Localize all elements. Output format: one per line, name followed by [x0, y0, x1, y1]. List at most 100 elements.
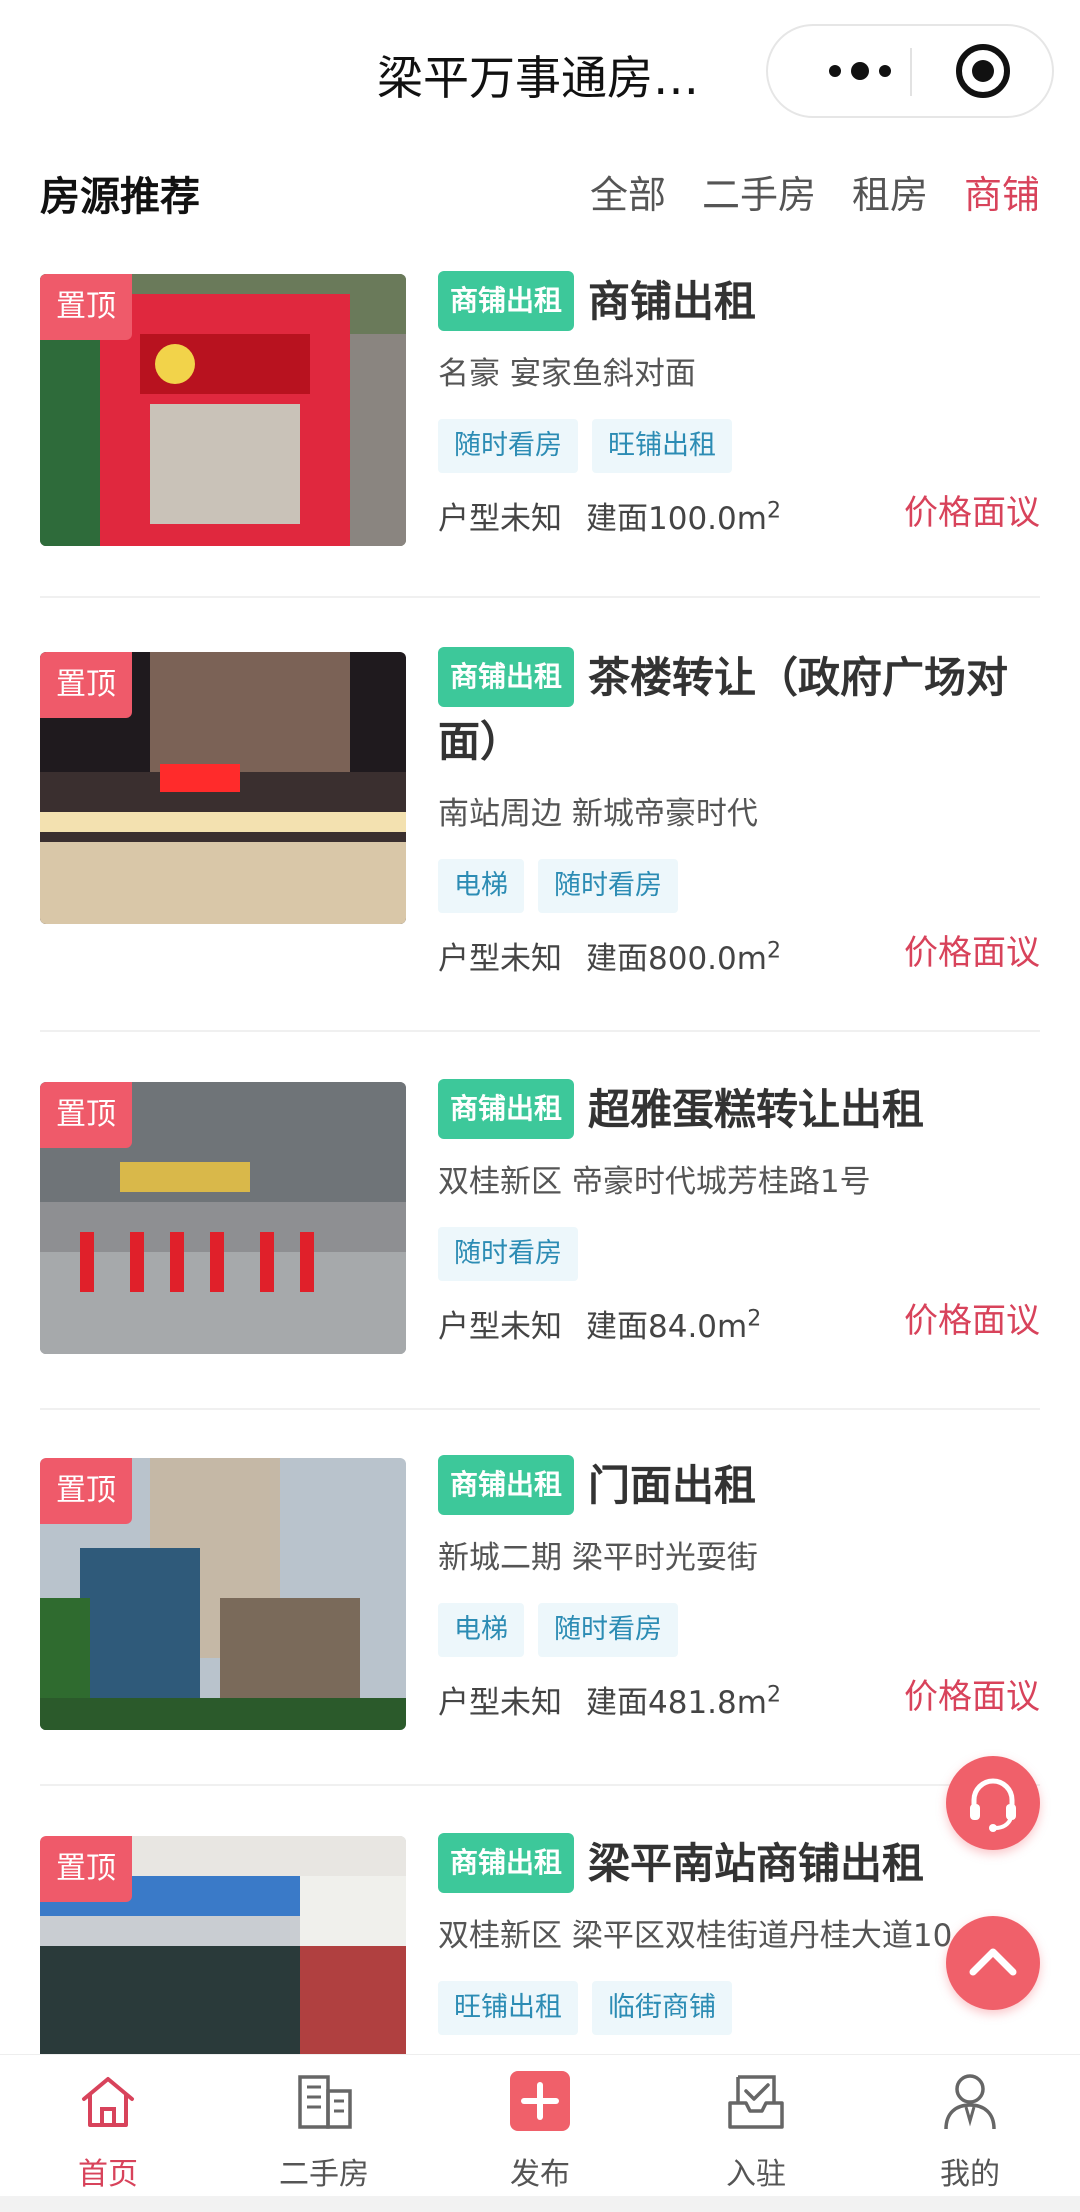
listing-info: 商铺出租 门面出租 新城二期 梁平时光耍街 电梯 随时看房 户型未知 建面481.…	[438, 1454, 1040, 1723]
listing-title: 商铺出租	[588, 277, 757, 326]
pinned-badge: 置顶	[40, 274, 132, 340]
listing-price: 价格面议	[904, 493, 1040, 533]
listing-meta: 户型未知 建面100.0m2 价格面议	[438, 483, 1040, 539]
filter-tab-secondhand[interactable]: 二手房	[702, 164, 816, 219]
listing-layout: 户型未知	[438, 1309, 562, 1345]
back-to-top-button[interactable]	[946, 1916, 1040, 2010]
listing-card[interactable]: 置顶 商铺出租 超雅蛋糕转让出租 双桂新区 帝豪时代城芳桂路1号 随时看房 户型…	[40, 1068, 1040, 1410]
inbox-check-icon	[728, 2075, 784, 2129]
listing-tags: 随时看房	[438, 1227, 1040, 1281]
pinned-badge: 置顶	[40, 1458, 132, 1524]
tab-secondhand[interactable]: 二手房	[254, 2069, 394, 2199]
bottom-safe-area	[0, 2196, 1080, 2212]
listing-card[interactable]: 置顶 商铺出租 门面出租 新城二期 梁平时光耍街 电梯 随时看房 户型未知 建面4…	[40, 1444, 1040, 1786]
listing-meta: 户型未知 建面800.0m2 价格面议	[438, 923, 1040, 979]
section-header: 房源推荐 全部 二手房 租房 商铺	[40, 160, 1040, 220]
listing-photo: 置顶	[40, 1082, 406, 1354]
listing-area: 建面481.8m2	[586, 1682, 781, 1721]
listing-photo: 置顶	[40, 274, 406, 546]
listing-info: 商铺出租 茶楼转让（政府广场对面） 南站周边 新城帝豪时代 电梯 随时看房 户型未…	[438, 646, 1040, 979]
listing-address: 新城二期 梁平时光耍街	[438, 1540, 758, 1576]
section-title: 房源推荐	[40, 174, 200, 220]
building-icon	[298, 2075, 352, 2129]
listing-tag: 电梯	[438, 1603, 524, 1657]
customer-service-button[interactable]	[946, 1756, 1040, 1850]
listing-title-line: 商铺出租 商铺出租	[438, 270, 1040, 334]
listing-tag: 随时看房	[438, 419, 578, 473]
listing-photo: 置顶	[40, 1458, 406, 1730]
bottom-tab-bar: 首页 二手房 发布 入驻 我的	[0, 2054, 1080, 2212]
listing-photo: 置顶	[40, 1836, 406, 2062]
listing-photo: 置顶	[40, 652, 406, 924]
mini-program-capsule	[766, 24, 1054, 118]
tab-mine[interactable]: 我的	[900, 2069, 1040, 2199]
listing-layout: 户型未知	[438, 941, 562, 977]
more-dots-icon[interactable]	[808, 26, 912, 116]
listing-kind-badge: 商铺出租	[438, 1455, 575, 1515]
listing-price: 价格面议	[904, 1301, 1040, 1341]
top-navbar: 梁平万事通房…	[0, 0, 1080, 140]
listing-kind-badge: 商铺出租	[438, 271, 575, 331]
tab-join[interactable]: 入驻	[686, 2069, 826, 2199]
listing-address: 名豪 宴家鱼斜对面	[438, 356, 696, 392]
tab-label: 入驻	[726, 2157, 786, 2192]
listing-card[interactable]: 置顶 商铺出租 茶楼转让（政府广场对面） 南站周边 新城帝豪时代 电梯 随时看房 …	[40, 636, 1040, 1032]
listing-address: 双桂新区 帝豪时代城芳桂路1号	[438, 1164, 871, 1200]
listing-title-line: 商铺出租 超雅蛋糕转让出租	[438, 1078, 1040, 1142]
listing-meta: 户型未知 建面481.8m2 价格面议	[438, 1667, 1040, 1723]
tab-label: 首页	[78, 2157, 138, 2192]
card-divider	[40, 1408, 1040, 1410]
listing-area: 建面800.0m2	[586, 938, 781, 977]
tab-label: 发布	[510, 2157, 570, 2192]
listing-title: 门面出租	[588, 1461, 757, 1510]
listing-layout: 户型未知	[438, 1685, 562, 1721]
tab-publish[interactable]: 发布	[470, 2069, 610, 2199]
listing-card[interactable]: 置顶 商铺出租 梁平南站商铺出租 双桂新区 梁平区双桂街道丹桂大道10 旺铺出租 …	[40, 1822, 1040, 2062]
listing-kind-badge: 商铺出租	[438, 1079, 575, 1139]
listing-tags: 电梯 随时看房	[438, 859, 1040, 913]
listing-title: 超雅蛋糕转让出租	[588, 1085, 925, 1134]
listing-tags: 电梯 随时看房	[438, 1603, 1040, 1657]
listing-price: 价格面议	[904, 933, 1040, 973]
listing-tag: 临街商铺	[592, 1981, 732, 2035]
listing-title-line: 商铺出租 门面出租	[438, 1454, 1040, 1518]
listing-kind-badge: 商铺出租	[438, 647, 575, 707]
tab-home[interactable]: 首页	[38, 2069, 178, 2199]
listing-title: 梁平南站商铺出租	[588, 1839, 925, 1888]
plus-icon	[510, 2071, 570, 2131]
filter-tab-all[interactable]: 全部	[590, 164, 666, 219]
filter-tabs: 全部 二手房 租房 商铺	[590, 164, 1040, 219]
target-close-icon[interactable]	[956, 44, 1010, 98]
filter-tab-rent[interactable]: 租房	[852, 164, 928, 219]
listing-layout: 户型未知	[438, 501, 562, 537]
listing-tag: 随时看房	[438, 1227, 578, 1281]
pinned-badge: 置顶	[40, 1082, 132, 1148]
listing-tag: 电梯	[438, 859, 524, 913]
listing-info: 商铺出租 商铺出租 名豪 宴家鱼斜对面 随时看房 旺铺出租 户型未知 建面100.…	[438, 270, 1040, 539]
listing-address: 南站周边 新城帝豪时代	[438, 796, 758, 832]
listing-area: 建面84.0m2	[586, 1306, 762, 1345]
card-divider	[40, 1030, 1040, 1032]
home-icon	[82, 2077, 134, 2127]
tab-label: 二手房	[279, 2157, 369, 2192]
listing-tag: 随时看房	[538, 1603, 678, 1657]
listing-kind-badge: 商铺出租	[438, 1833, 575, 1893]
filter-tab-shop[interactable]: 商铺	[964, 164, 1040, 219]
headset-icon	[970, 1778, 1016, 1832]
listing-tags: 随时看房 旺铺出租	[438, 419, 1040, 473]
listing-price: 价格面议	[904, 1677, 1040, 1717]
listing-area: 建面100.0m2	[586, 498, 781, 537]
listing-tag: 旺铺出租	[438, 1981, 578, 2035]
pinned-badge: 置顶	[40, 652, 132, 718]
listing-title-line: 商铺出租 茶楼转让（政府广场对面）	[438, 646, 1040, 774]
capsule-divider	[910, 48, 912, 96]
pinned-badge: 置顶	[40, 1836, 132, 1902]
listing-tag: 随时看房	[538, 859, 678, 913]
listing-tag: 旺铺出租	[592, 419, 732, 473]
chevron-up-icon	[969, 1948, 1017, 1976]
card-divider	[40, 596, 1040, 598]
user-icon	[944, 2074, 996, 2130]
listing-info: 商铺出租 超雅蛋糕转让出租 双桂新区 帝豪时代城芳桂路1号 随时看房 户型未知 建…	[438, 1078, 1040, 1347]
listing-meta: 户型未知 建面84.0m2 价格面议	[438, 1291, 1040, 1347]
listing-card[interactable]: 置顶 商铺出租 商铺出租 名豪 宴家鱼斜对面 随时看房 旺铺出租 户型未知 建面…	[40, 260, 1040, 600]
